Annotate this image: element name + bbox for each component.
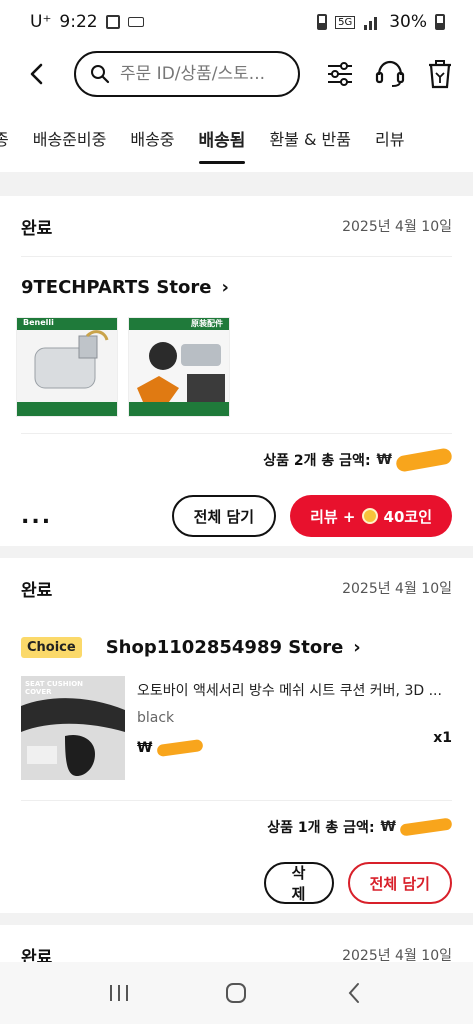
coin-reward: 40코인 [383,507,432,526]
item-variant: black [137,710,175,726]
recent-apps-icon [109,985,128,1001]
system-nav-bar [0,962,473,1024]
filter-button[interactable] [323,57,357,91]
item-title: 오토바이 액세서리 방수 메쉬 시트 쿠션 커버, 3D ... [137,683,442,699]
order-header: 완료 2025년 4월 10일 [0,558,473,618]
support-button[interactable] [373,57,407,91]
total-value: ₩ [376,452,392,468]
product-thumbnail[interactable]: Benelli [16,317,118,417]
product-thumbnail[interactable]: 原装配件 [128,317,230,417]
fuel-pump-image [17,318,117,416]
add-all-to-cart-button[interactable]: 전체 담기 [347,862,452,904]
carrier-label: U⁺ [30,12,52,32]
search-box[interactable] [74,51,300,97]
store-link[interactable]: Choice Shop1102854989 Store › [0,618,473,676]
battery-saver-icon [317,14,328,30]
headset-icon [375,60,405,87]
thumb-caption: SEAT CUSHION COVER [25,680,84,696]
order-status: 완료 [21,580,53,601]
product-thumbnails: Benelli 原装配件 [0,317,473,417]
back-icon [348,983,360,1003]
store-name: Shop1102854989 Store [105,636,344,658]
status-bar: U⁺ 9:22 5G 30% [0,0,473,44]
chevron-right-icon: › [353,636,361,658]
header [0,44,473,104]
battery-percent: 30% [389,12,427,32]
review-button[interactable]: 리뷰 + 40코인 [290,495,452,537]
item-info: 오토바이 액세서리 방수 메쉬 시트 쿠션 커버, 3D ... black ₩… [137,676,452,780]
redaction-mark [156,738,204,758]
item-quantity: x1 [433,730,452,746]
home-icon [226,983,247,1003]
tab-review[interactable]: 리뷰 [363,104,416,172]
search-input[interactable] [120,64,280,84]
order-date: 2025년 4월 10일 [342,219,452,235]
order-status: 완료 [21,218,53,239]
sliders-icon [328,62,352,86]
store-link[interactable]: 9TECHPARTS Store › [0,257,473,317]
choice-badge: Choice [21,636,82,658]
order-total: 상품 2개 총 금액: ₩ [0,434,473,486]
kit-label: 原装配件 [191,319,223,328]
trash-icon [429,60,451,89]
delete-order-button[interactable]: 삭제 [263,862,334,904]
status-bar-right: 5G 30% [317,12,445,32]
item-price: ₩ [137,738,452,758]
review-label: 리뷰 + [310,507,356,526]
redaction-mark [399,817,453,837]
total-label: 상품 1개 총 금액: [267,820,375,836]
tab-shipping[interactable]: 배송중 [118,104,186,172]
add-all-to-cart-button[interactable]: 전체 담기 [171,495,277,537]
coin-icon [361,508,378,524]
back-nav-button[interactable] [334,973,374,1013]
network-type: 5G [335,15,356,29]
price-currency: ₩ [137,740,153,756]
tab-refund-return[interactable]: 환불 & 반품 [257,104,363,172]
order-actions: ... 전체 담기 리뷰 + 40코인 [0,486,473,546]
filter-kit-image [129,318,229,416]
chevron-right-icon: › [221,276,229,298]
tab-partial[interactable]: 종 [0,104,21,172]
back-button[interactable] [20,57,54,91]
brand-label: Benelli [23,318,54,327]
order-date: 2025년 4월 10일 [342,581,452,597]
redaction-mark [395,447,453,473]
order-total: 상품 1개 총 금액: ₩ [0,801,473,853]
order-card: 완료 2025년 4월 10일 9TECHPARTS Store › Benel… [0,196,473,546]
total-value: ₩ [380,819,396,835]
gallery-icon [105,15,120,29]
signal-icon [364,17,378,30]
battery-icon [435,14,445,30]
order-item[interactable]: SEAT CUSHION COVER 오토바이 액세서리 방수 메쉬 시트 쿠션… [0,676,473,780]
recent-apps-button[interactable] [99,973,139,1013]
status-bar-left: U⁺ 9:22 [30,12,144,32]
tab-preparing[interactable]: 배송준비중 [21,104,119,172]
delete-button[interactable] [423,57,457,91]
order-tabs: 종 배송준비중 배송중 배송됨 환불 & 반품 리뷰 [0,104,473,172]
total-label: 상품 2개 총 금액: [263,453,371,469]
product-thumbnail: SEAT CUSHION COVER [21,676,125,780]
search-icon [91,65,110,84]
store-name: 9TECHPARTS Store [21,276,212,298]
clock: 9:22 [59,12,98,32]
notification-icon [127,17,144,27]
chevron-left-icon [30,63,43,85]
order-header: 완료 2025년 4월 10일 [0,196,473,256]
order-actions: 삭제 전체 담기 [0,853,473,913]
more-options-button[interactable]: ... [21,504,52,529]
tab-delivered[interactable]: 배송됨 [187,104,258,172]
home-button[interactable] [216,973,256,1013]
order-card: 완료 2025년 4월 10일 Choice Shop1102854989 St… [0,558,473,913]
